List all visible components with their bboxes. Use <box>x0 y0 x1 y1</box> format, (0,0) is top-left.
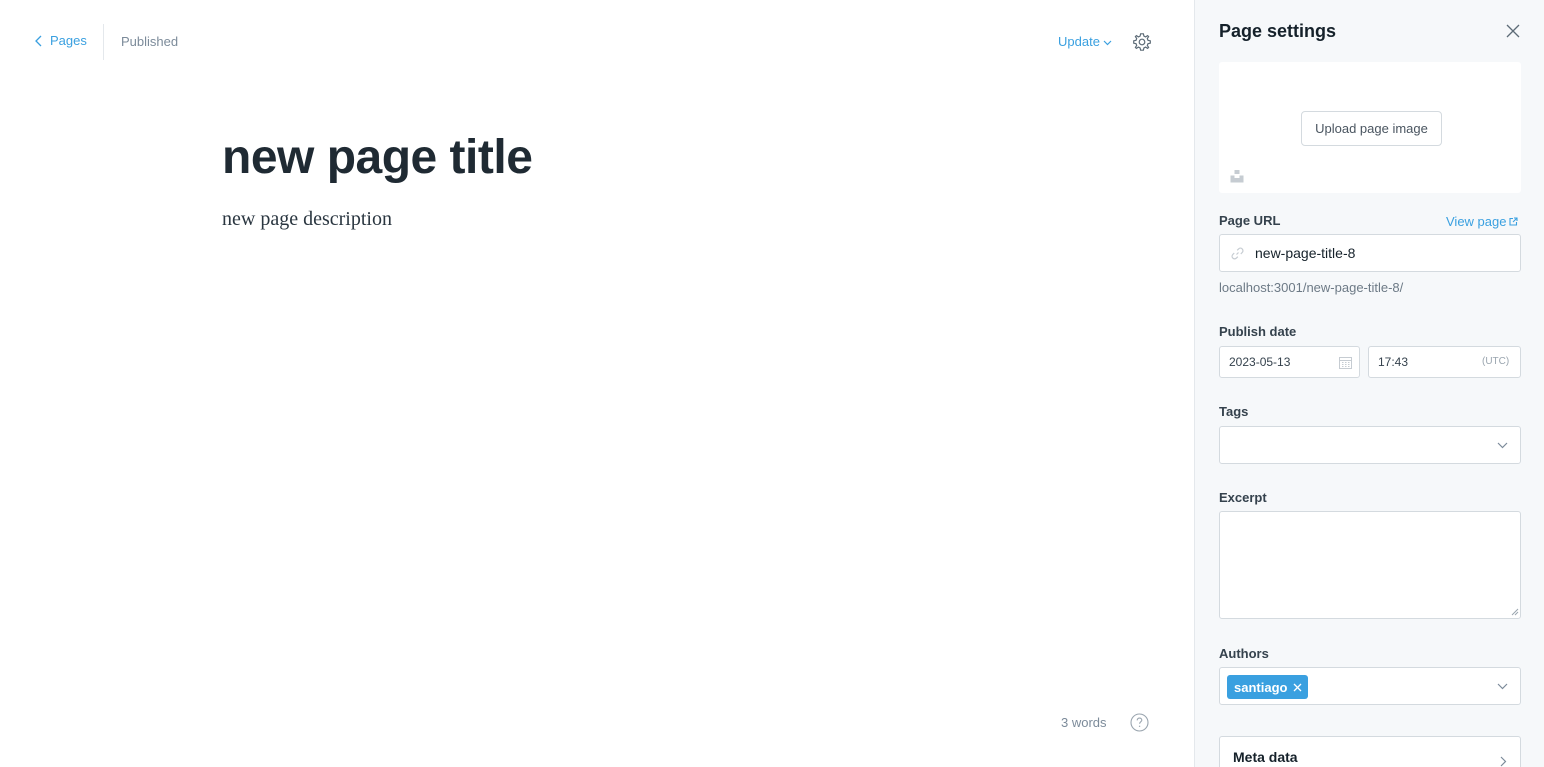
calendar-icon[interactable] <box>1339 356 1352 369</box>
help-icon[interactable] <box>1130 713 1149 732</box>
external-link-icon <box>1509 217 1519 226</box>
page-settings-panel: Page settings Upload page image Page URL… <box>1194 0 1544 767</box>
view-page-link[interactable]: View page <box>1446 214 1519 229</box>
remove-author-icon[interactable] <box>1293 683 1302 692</box>
publish-date-value: 2023-05-13 <box>1229 355 1291 369</box>
editor-topbar: Pages Published Update <box>0 0 1194 84</box>
topbar-divider <box>103 24 104 60</box>
update-button-label: Update <box>1058 34 1100 49</box>
page-image-dropzone[interactable]: Upload page image <box>1219 62 1521 193</box>
close-icon[interactable] <box>1505 23 1521 39</box>
tags-label: Tags <box>1219 404 1249 419</box>
publish-date-input[interactable]: 2023-05-13 <box>1219 346 1360 378</box>
back-link-label: Pages <box>50 33 87 48</box>
chevron-down-icon <box>1497 683 1508 690</box>
view-page-label: View page <box>1446 214 1507 229</box>
publish-date-label: Publish date <box>1219 324 1297 339</box>
page-url-field[interactable] <box>1219 234 1521 272</box>
chevron-left-icon <box>35 35 42 46</box>
editor-area: Pages Published Update new page title ne… <box>0 0 1194 767</box>
chevron-down-icon <box>1497 442 1508 449</box>
authors-select[interactable]: santiago <box>1219 667 1521 705</box>
link-icon <box>1231 247 1244 260</box>
chevron-down-icon <box>1103 40 1112 45</box>
post-status: Published <box>121 34 179 49</box>
back-to-pages-link[interactable]: Pages <box>34 33 87 48</box>
gear-icon[interactable] <box>1132 32 1152 52</box>
publish-time-input[interactable]: 17:43 (UTC) <box>1368 346 1521 378</box>
update-button[interactable]: Update <box>1058 34 1112 49</box>
author-token[interactable]: santiago <box>1227 675 1309 699</box>
word-count: 3 words <box>1061 715 1107 730</box>
page-url-label: Page URL <box>1219 213 1281 228</box>
excerpt-textarea[interactable] <box>1219 511 1521 619</box>
excerpt-label: Excerpt <box>1219 490 1267 505</box>
page-title[interactable]: new page title <box>222 130 533 185</box>
panel-title: Page settings <box>1219 21 1337 41</box>
meta-data-section[interactable]: Meta data <box>1219 736 1521 767</box>
page-url-input[interactable] <box>1255 235 1515 271</box>
page-url-preview: localhost:3001/new-page-title-8/ <box>1219 280 1404 295</box>
author-name: santiago <box>1234 679 1288 695</box>
publish-time-value: 17:43 <box>1378 355 1409 369</box>
resize-grip-icon[interactable] <box>1509 606 1519 616</box>
tags-select[interactable] <box>1219 426 1521 464</box>
timezone-label: (UTC) <box>1482 356 1510 367</box>
chevron-right-icon <box>1500 756 1507 767</box>
unsplash-icon[interactable] <box>1230 169 1244 183</box>
page-description[interactable]: new page description <box>222 208 392 231</box>
upload-image-button[interactable]: Upload page image <box>1301 111 1442 146</box>
meta-data-label: Meta data <box>1233 749 1298 765</box>
authors-label: Authors <box>1219 646 1269 661</box>
